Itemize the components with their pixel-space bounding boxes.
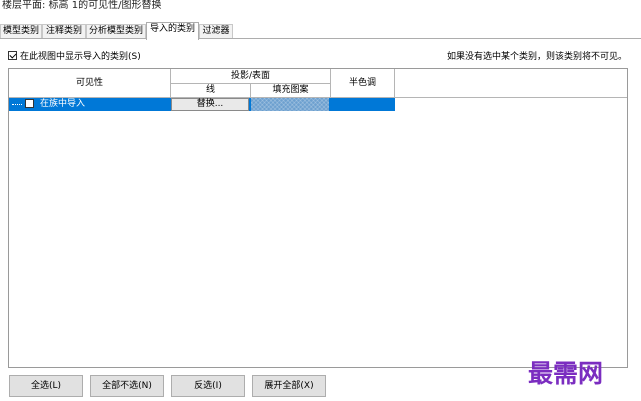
header-projection: 投影/表面 xyxy=(171,69,331,84)
row-label: 在族中导入 xyxy=(40,99,86,109)
show-imported-option[interactable]: 在此视图中显示导入的类别(S) xyxy=(8,49,141,62)
select-none-button[interactable]: 全部不选(N) xyxy=(90,375,164,397)
tab-filters[interactable]: 过滤器 xyxy=(199,24,233,39)
select-all-button[interactable]: 全选(L) xyxy=(9,375,83,397)
show-imported-label: 在此视图中显示导入的类别(S) xyxy=(20,51,141,62)
tab-annotation-categories[interactable]: 注释类别 xyxy=(42,24,86,39)
tab-imported-categories[interactable]: 导入的类别 xyxy=(146,22,199,40)
header-lines: 线 xyxy=(171,84,251,98)
hint-text: 如果没有选中某个类别，则该类别将不可见。 xyxy=(446,52,627,62)
pattern-cell[interactable] xyxy=(251,98,329,111)
header-pattern: 填充图案 xyxy=(251,84,331,98)
lines-override-button[interactable]: 替换... xyxy=(171,98,249,111)
header-filler xyxy=(395,69,627,98)
show-imported-checkbox[interactable] xyxy=(8,50,17,60)
table-row[interactable]: 在族中导入 替换... xyxy=(9,98,395,111)
tree-connector xyxy=(12,104,22,105)
window-title-bar: 楼层平面: 标高 1的可见性/图形替换 xyxy=(0,0,641,10)
header-visibility: 可见性 xyxy=(9,69,171,98)
window-title: 楼层平面: 标高 1的可见性/图形替换 xyxy=(2,0,162,10)
tab-analytical-model-categories[interactable]: 分析模型类别 xyxy=(86,24,146,39)
tab-model-categories[interactable]: 模型类别 xyxy=(0,24,42,39)
tab-strip: 模型类别 注释类别 分析模型类别 导入的类别 过滤器 xyxy=(0,22,641,40)
expand-all-button[interactable]: 展开全部(X) xyxy=(252,375,326,397)
invert-selection-button[interactable]: 反选(I) xyxy=(171,375,245,397)
categories-grid: 可见性 投影/表面 线 填充图案 半色调 在族中导入 替换... xyxy=(8,68,628,368)
header-halftone: 半色调 xyxy=(331,69,395,98)
halftone-checkbox[interactable] xyxy=(25,99,34,108)
watermark-logo: 最需网 xyxy=(528,359,604,388)
